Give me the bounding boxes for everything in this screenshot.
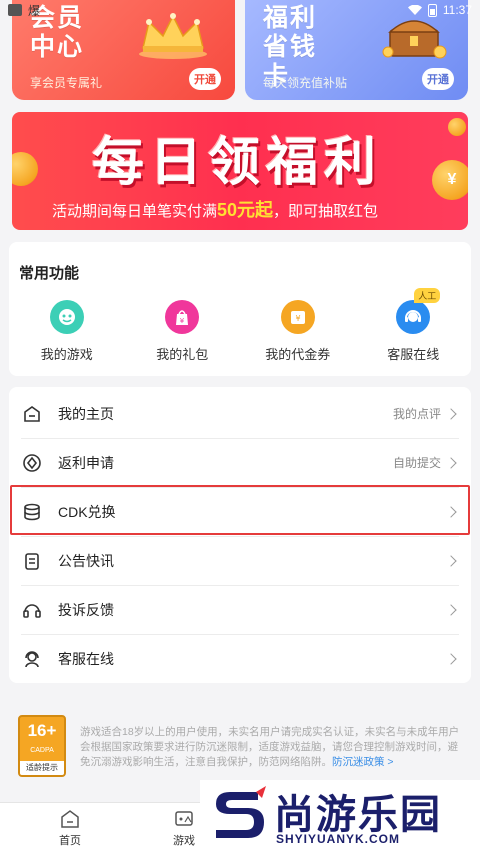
manual-service-badge: 人工	[414, 288, 441, 303]
menu-row-customer-service[interactable]: 客服在线	[9, 634, 471, 683]
site-watermark: 尚游乐园 SHYIYUANYK.COM	[200, 780, 480, 854]
vip-open-button[interactable]: 开通	[189, 68, 221, 90]
age-rating-org: CADPA	[30, 747, 54, 754]
function-label: 我的礼包	[156, 347, 209, 362]
common-functions-card: 常用功能 我的游戏 ¥ 我的礼包 ¥ 我的代金券 人工 客服在线	[9, 242, 471, 376]
chevron-right-icon	[445, 554, 457, 567]
headphones-icon	[21, 599, 43, 621]
function-grid: 我的游戏 ¥ 我的礼包 ¥ 我的代金券 人工 客服在线	[9, 288, 472, 363]
menu-row-label: 返利申请	[58, 454, 114, 471]
function-label: 我的代金券	[265, 347, 331, 362]
notice-text: 游戏适合18岁以上的用户使用，未实名用户请完成实名认证，未实名与未成年用户会根据…	[80, 726, 460, 768]
chevron-right-icon	[445, 652, 457, 665]
anti-addiction-policy-link[interactable]: 防沉迷政策 >	[332, 756, 394, 768]
clipboard-icon	[21, 550, 43, 572]
chevron-right-icon	[445, 603, 457, 616]
menu-row-complaint[interactable]: 投诉反馈	[9, 585, 471, 634]
age-rating-number: 16+	[27, 721, 57, 740]
function-my-gifts[interactable]: ¥ 我的礼包	[125, 300, 241, 363]
chevron-right-icon	[445, 456, 457, 469]
function-my-games[interactable]: 我的游戏	[9, 300, 125, 363]
coin-icon: ¥	[432, 160, 468, 200]
menu-row-label: 我的主页	[58, 405, 114, 422]
banner-title: 每日领福利	[91, 133, 382, 193]
function-label: 客服在线	[387, 347, 440, 362]
menu-row-rebate[interactable]: 返利申请 自助提交	[9, 438, 471, 487]
watermark-logo-icon	[216, 786, 266, 838]
chevron-right-icon	[445, 505, 457, 518]
coin-icon	[12, 152, 38, 186]
menu-row-cdk-redeem[interactable]: CDK兑换	[9, 487, 471, 536]
status-bar: 爆 11:37	[0, 0, 480, 20]
age-notice: 16+ CADPA 适龄提示 游戏适合18岁以上的用户使用，未实名用户请完成实名…	[18, 700, 468, 780]
menu-row-label: CDK兑换	[58, 503, 116, 520]
voucher-icon: ¥	[280, 300, 315, 334]
gift-bag-icon: ¥	[165, 300, 200, 334]
menu-row-my-homepage[interactable]: 我的主页 我的点评	[9, 389, 471, 438]
menu-row-label: 公告快讯	[58, 552, 114, 569]
menu-row-label: 客服在线	[58, 650, 114, 667]
function-my-vouchers[interactable]: ¥ 我的代金券	[240, 300, 356, 363]
saving-open-button[interactable]: 开通	[422, 68, 454, 90]
watermark-url: SHYIYUANYK.COM	[276, 832, 401, 846]
gamepad-tab-icon	[175, 810, 193, 826]
chevron-right-icon	[445, 407, 457, 420]
home-tab-icon	[61, 809, 79, 828]
common-functions-title: 常用功能	[19, 265, 80, 282]
daily-welfare-banner[interactable]: ¥ 每日领福利 活动期间每日单笔实付满50元起，即可抽取红包	[12, 112, 468, 230]
nav-tab-label: 游戏	[173, 834, 195, 847]
status-app-glyph: 爆	[28, 3, 41, 18]
menu-row-announcements[interactable]: 公告快讯	[9, 536, 471, 585]
menu-list: 我的主页 我的点评 返利申请 自助提交 CDK兑换 公告快讯 投诉反馈 客服在线	[9, 387, 471, 683]
support-agent-icon	[21, 648, 43, 670]
menu-row-right-text: 我的点评	[392, 407, 441, 421]
game-face-icon	[49, 300, 84, 334]
coin-icon	[448, 118, 466, 136]
home-icon	[21, 403, 43, 425]
vip-center-subtitle: 享会员专属礼	[30, 76, 103, 90]
notification-square-icon	[8, 4, 22, 16]
battery-icon	[427, 3, 437, 17]
menu-row-right-text: 自助提交	[392, 456, 441, 470]
nav-tab-home[interactable]: 首页	[0, 803, 140, 854]
banner-subtitle: 活动期间每日单笔实付满50元起，即可抽取红包	[52, 200, 379, 220]
function-label: 我的游戏	[40, 347, 93, 362]
wifi-icon	[407, 5, 422, 15]
svg-text:¥: ¥	[180, 317, 185, 325]
function-customer-service[interactable]: 人工 客服在线	[356, 288, 472, 363]
database-icon	[21, 501, 43, 523]
age-rating-badge: 16+ CADPA 适龄提示	[18, 715, 66, 777]
menu-row-label: 投诉反馈	[58, 601, 114, 618]
nav-tab-label: 首页	[59, 834, 81, 847]
headset-icon: 人工	[396, 288, 441, 334]
status-time: 11:37	[442, 3, 472, 17]
rebate-icon	[21, 452, 43, 474]
svg-text:¥: ¥	[295, 314, 300, 323]
age-rating-caption: 适龄提示	[20, 761, 64, 775]
saving-card-subtitle: 每天领充值补贴	[263, 76, 348, 90]
